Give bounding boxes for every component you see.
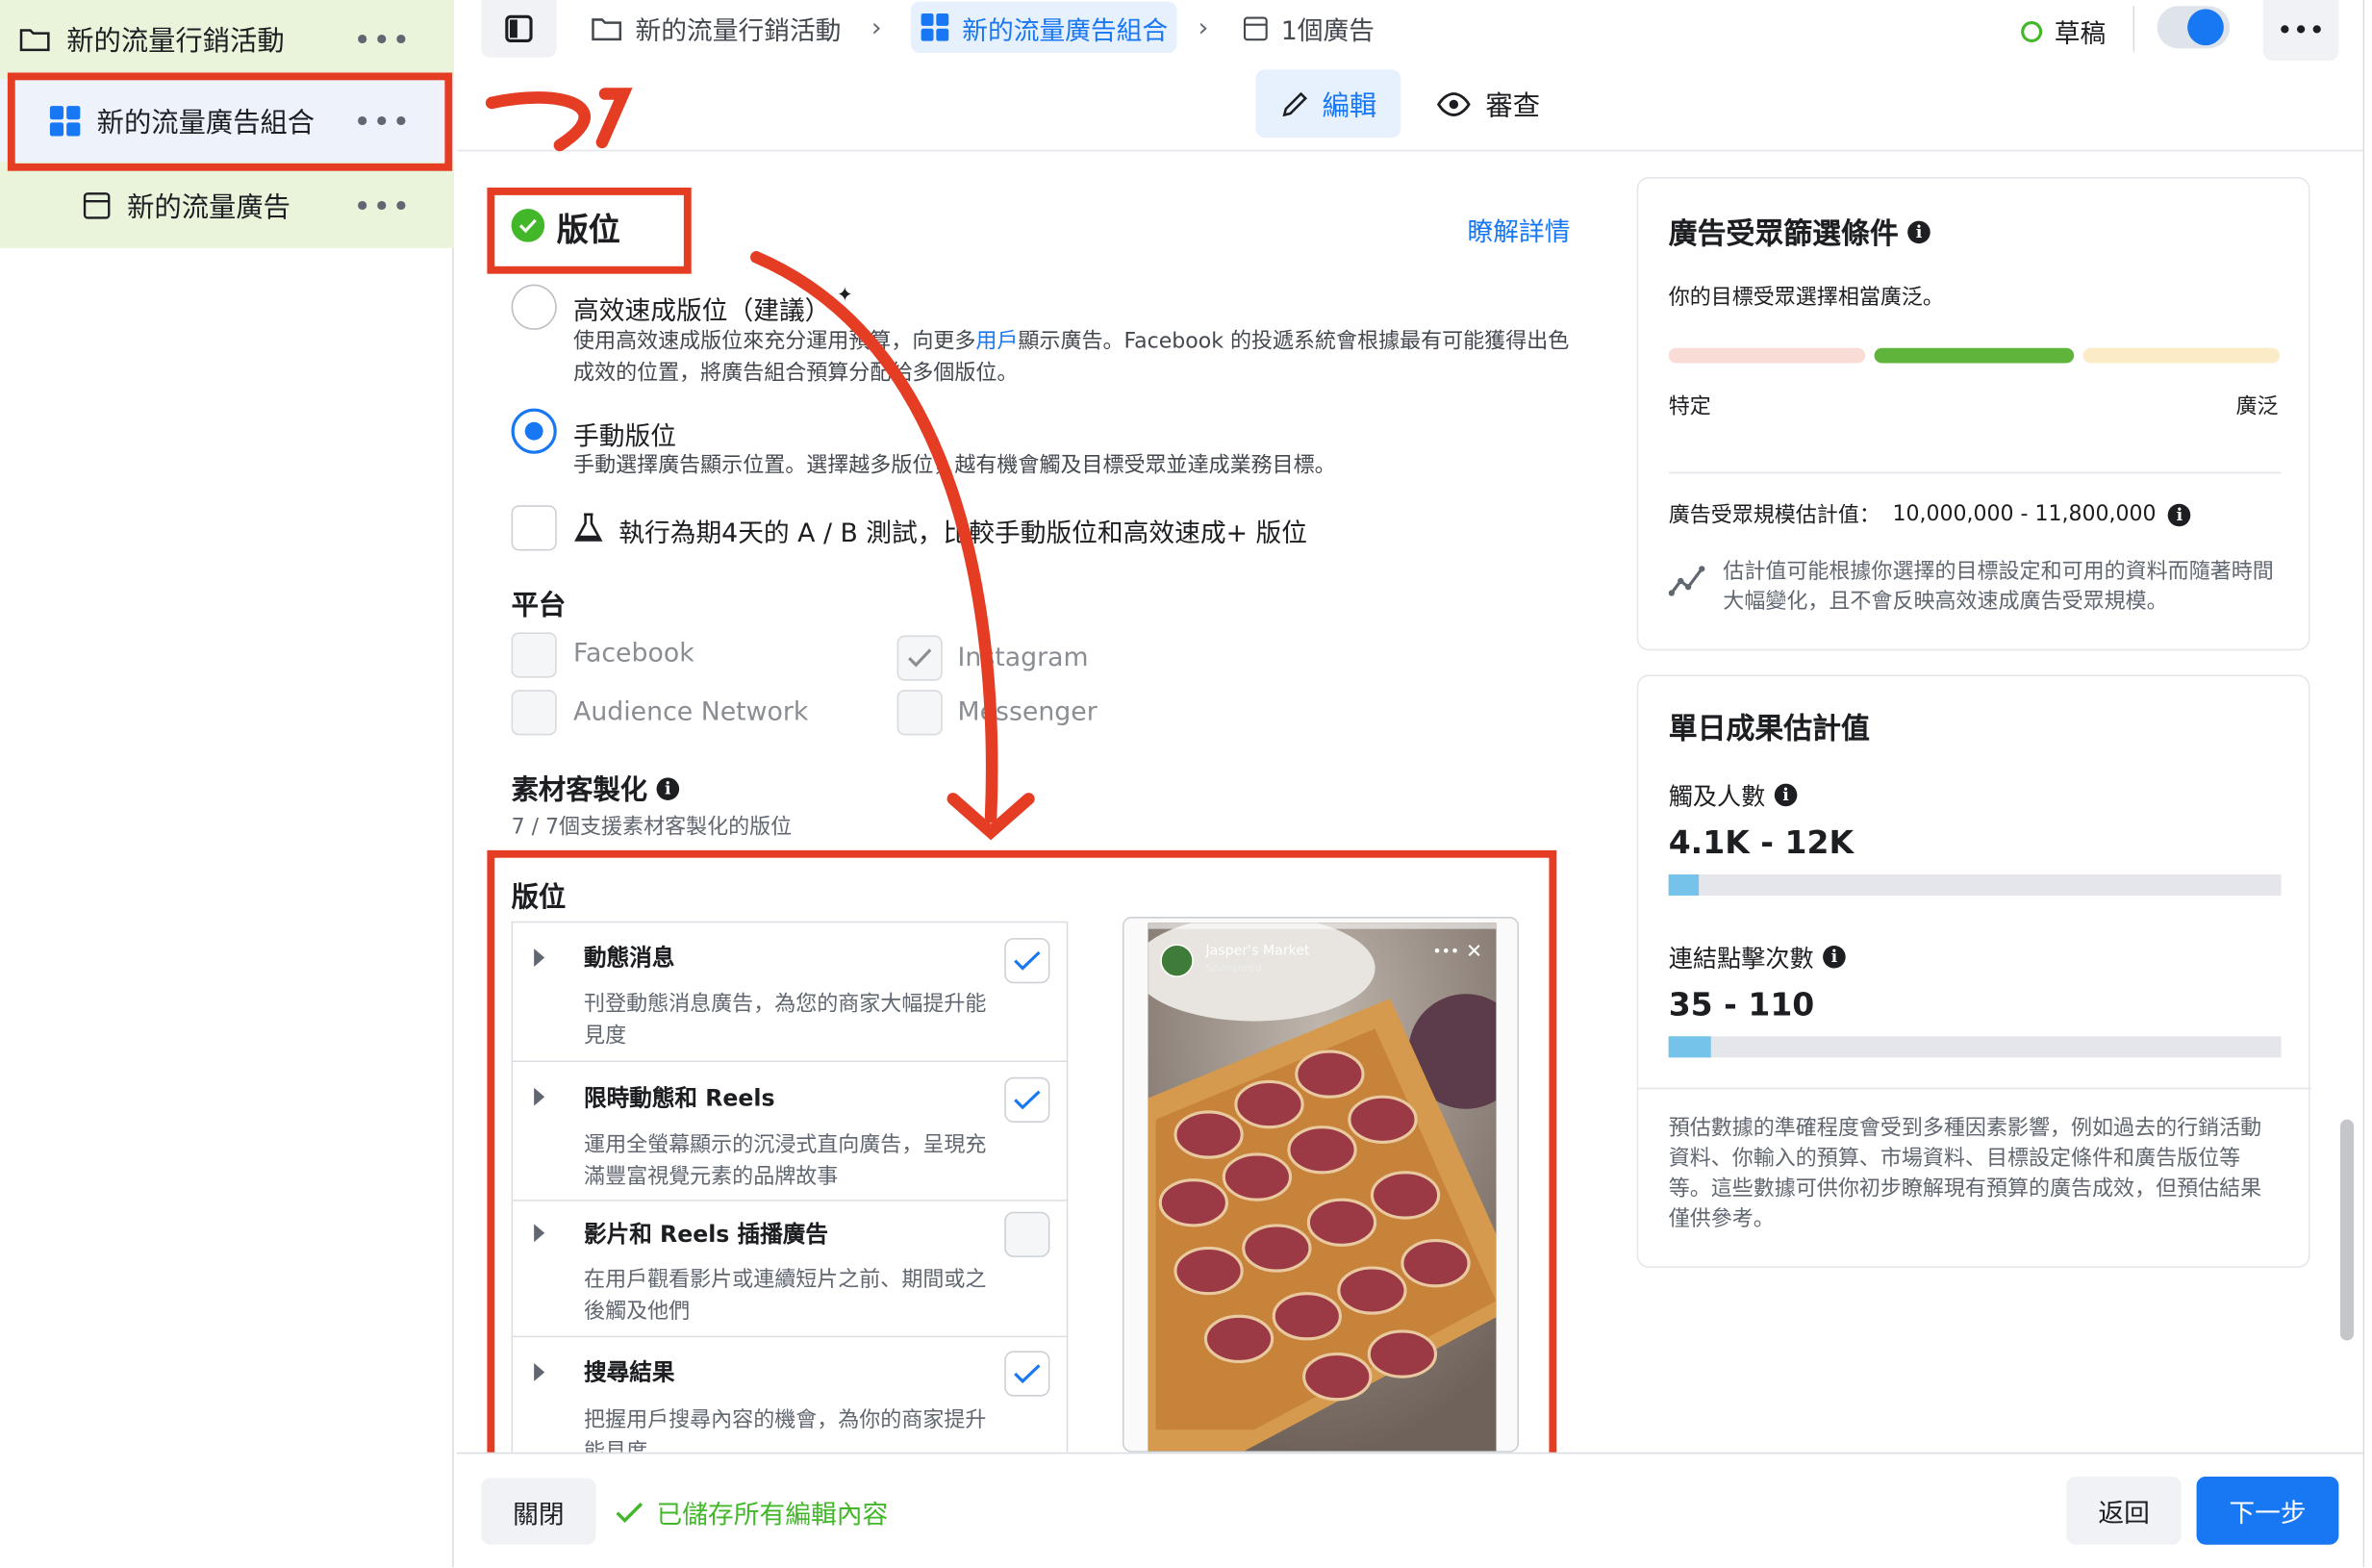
clicks-bar	[1668, 1036, 2282, 1058]
footer-bar: 關閉 已儲存所有編輯內容 返回 下一步	[456, 1452, 2363, 1568]
reach-value: 4.1K - 12K	[1668, 824, 1855, 861]
close-button[interactable]: 關閉	[481, 1478, 596, 1545]
info-icon[interactable]: i	[2168, 502, 2191, 526]
audience-size: 廣告受眾規模估計值： 10,000,000 - 11,800,000 i	[1669, 499, 2191, 529]
clicks-label-text: 連結點擊次數	[1668, 944, 1814, 974]
daily-results-card: 單日成果估計值 觸及人數 i 4.1K - 12K 連結點擊次數 i 35 - …	[1636, 674, 2312, 1268]
back-button[interactable]: 返回	[2066, 1476, 2182, 1545]
next-button[interactable]: 下一步	[2196, 1476, 2339, 1545]
right-edge-divider	[2362, 0, 2365, 1568]
clicks-value: 35 - 110	[1668, 986, 1815, 1024]
save-status: 已儲存所有編輯內容	[615, 1493, 889, 1531]
audience-definition-card: 廣告受眾篩選條件 i 你的目標受眾選擇相當廣泛。 特定 廣泛 廣告受眾規模估計值…	[1636, 177, 2310, 651]
meter-right-label: 廣泛	[2235, 394, 2279, 419]
meter-specific	[1668, 347, 1866, 364]
audience-title-label: 廣告受眾篩選條件	[1668, 217, 1899, 252]
meter-broad	[2082, 347, 2281, 364]
audience-summary: 你的目標受眾選擇相當廣泛。	[1668, 286, 1944, 311]
scrollbar-thumb[interactable]	[2339, 1119, 2355, 1341]
audience-note: 估計值可能根據你選擇的目標設定和可用的資料而隨著時間大幅變化，且不會反映高效速成…	[1723, 559, 2274, 615]
info-icon[interactable]: i	[1907, 220, 1930, 244]
trend-icon	[1668, 566, 1705, 596]
save-status-label: 已儲存所有編輯內容	[656, 1501, 889, 1531]
meter-left-label: 特定	[1668, 394, 1711, 419]
daily-results-title: 單日成果估計值	[1668, 712, 1870, 746]
reach-bar	[1668, 874, 2282, 897]
info-icon[interactable]: i	[1774, 782, 1798, 806]
audience-size-value: 10,000,000 - 11,800,000	[1892, 502, 2157, 527]
reach-bar-fill	[1668, 874, 1700, 897]
estimate-disclaimer: 預估數據的準確程度會受到多種因素影響，例如過去的行銷活動資料、你輸入的預算、市場…	[1668, 1116, 2262, 1232]
audience-size-label: 廣告受眾規模估計值：	[1668, 503, 1880, 528]
checkmark-icon	[616, 1502, 643, 1523]
audience-title: 廣告受眾篩選條件 i	[1669, 212, 1930, 252]
clicks-label: 連結點擊次數 i	[1669, 938, 1846, 974]
meter-defined	[1874, 347, 2075, 364]
reach-label-text: 觸及人數	[1668, 782, 1766, 811]
clicks-bar-fill	[1668, 1036, 1712, 1058]
info-icon[interactable]: i	[1823, 945, 1846, 968]
divider	[1638, 1087, 2312, 1090]
reach-label: 觸及人數 i	[1669, 776, 1798, 813]
divider	[1668, 471, 2282, 474]
